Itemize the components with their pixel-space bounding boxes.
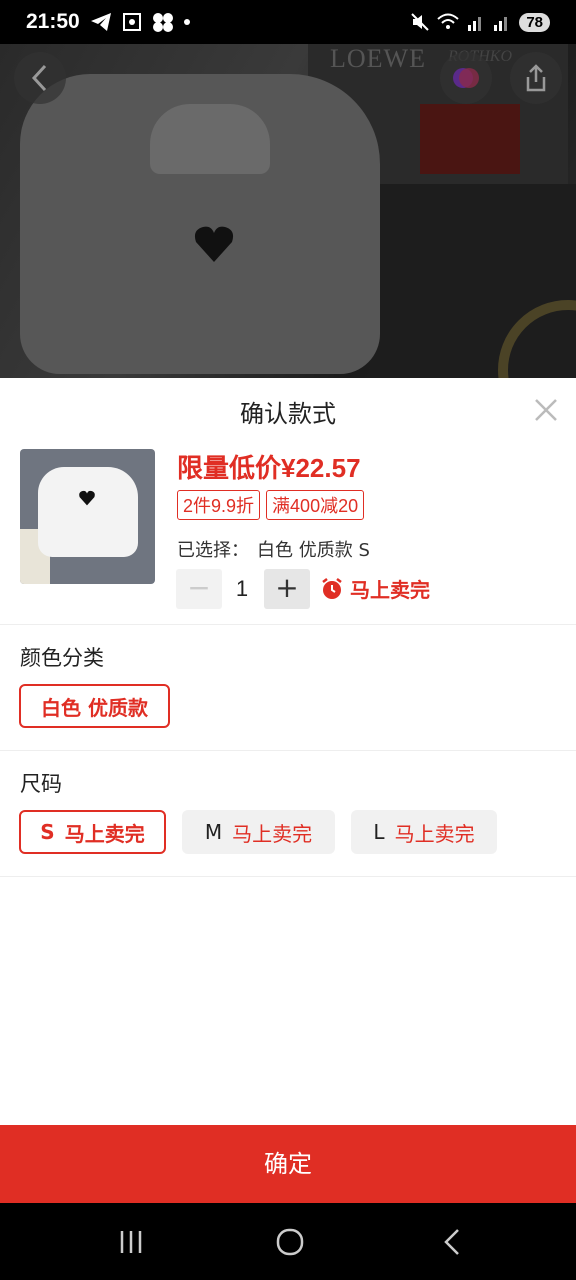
store-button[interactable] (440, 52, 492, 104)
telegram-icon (91, 13, 111, 31)
selected-value: 白色 优质款 S (257, 540, 370, 561)
heart-icon (79, 490, 95, 506)
mute-icon (411, 13, 430, 31)
color-option-label: 白色 优质款 (41, 695, 148, 720)
sku-selection-sheet: 确认款式 限量低价¥22.57 2件9.9折 满400减20 已选择： 白色 优… (0, 378, 576, 1203)
size-label: M (204, 820, 223, 844)
product-price: 限量低价¥22.57 (177, 453, 361, 483)
system-icons: 78 (411, 12, 550, 32)
size-label: L (373, 820, 385, 844)
alarm-clock-icon (322, 577, 342, 599)
quantity-value[interactable]: 1 (230, 576, 254, 602)
app-cluster-icon (153, 13, 173, 32)
size-option-s[interactable]: S 马上卖完 (19, 810, 166, 854)
size-note: 马上卖完 (64, 821, 145, 846)
divider (0, 624, 576, 625)
poster-artwork (420, 104, 520, 174)
promo-tags: 2件9.9折 满400减20 (177, 490, 365, 520)
heart-icon (194, 226, 234, 262)
confirm-button[interactable]: 确定 (0, 1125, 576, 1203)
close-icon[interactable] (534, 398, 558, 422)
color-section-title: 颜色分类 (20, 646, 104, 670)
back-button[interactable] (14, 52, 66, 104)
status-bar: 21:50 78 (0, 0, 576, 44)
home-icon[interactable] (275, 1227, 305, 1257)
battery-indicator: 78 (519, 12, 550, 32)
signal-icon-2 (494, 17, 508, 31)
sheet-title: 确认款式 (240, 400, 336, 428)
promo-tag: 满400减20 (266, 490, 365, 520)
quantity-decrease-button[interactable]: − (176, 569, 222, 609)
selected-label: 已选择： (177, 540, 249, 561)
share-button[interactable] (510, 52, 562, 104)
thumbnail-shirt (38, 467, 138, 557)
shirt-collar (150, 104, 270, 174)
color-option-white-premium[interactable]: 白色 优质款 (19, 684, 170, 728)
status-time: 21:50 (26, 10, 80, 33)
share-icon (526, 64, 546, 92)
more-notifications-dot (184, 19, 190, 25)
divider (0, 876, 576, 877)
chevron-left-icon (31, 64, 47, 92)
promo-tag: 2件9.9折 (177, 490, 261, 520)
back-nav-icon[interactable] (438, 1227, 468, 1257)
size-option-m[interactable]: M 马上卖完 (182, 810, 335, 854)
selected-summary: 已选择： 白色 优质款 S (177, 536, 370, 562)
poster-brand-text: LOEWE (330, 44, 426, 73)
signal-icon-1 (468, 17, 482, 31)
stock-warning: 马上卖完 (320, 574, 430, 603)
size-note: 马上卖完 (394, 821, 475, 846)
wifi-icon (437, 13, 459, 29)
size-option-l[interactable]: L 马上卖完 (351, 810, 497, 854)
recent-apps-icon[interactable] (116, 1227, 146, 1257)
screenshot-icon (123, 13, 141, 31)
store-logo-icon (453, 68, 479, 88)
size-note: 马上卖完 (232, 821, 313, 846)
system-navigation-bar (0, 1203, 576, 1280)
divider (0, 750, 576, 751)
size-label: S (40, 820, 55, 844)
quantity-increase-button[interactable]: + (264, 569, 310, 609)
product-hero-image: LOEWE ROTHKO (0, 44, 576, 378)
product-thumbnail[interactable] (20, 449, 155, 584)
notification-icons (90, 12, 190, 32)
size-section-title: 尺码 (20, 772, 62, 796)
stock-warning-text: 马上卖完 (350, 578, 430, 602)
